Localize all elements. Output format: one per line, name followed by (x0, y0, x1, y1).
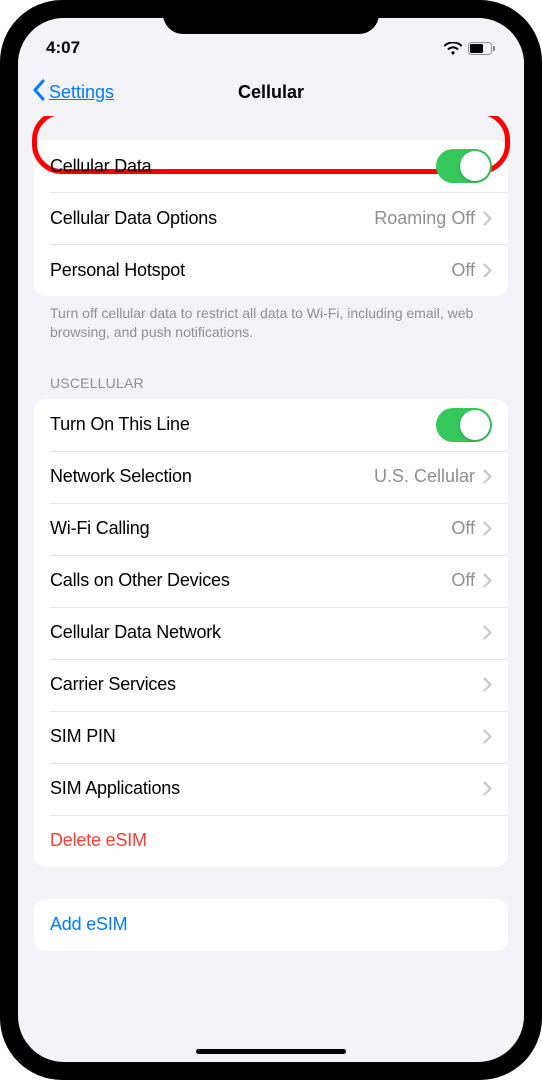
row-carrier-services[interactable]: Carrier Services (34, 659, 508, 711)
row-value: U.S. Cellular (374, 466, 475, 487)
row-label: Cellular Data Options (50, 208, 374, 229)
row-label: Network Selection (50, 466, 374, 487)
device-frame: 4:07 Settings Cellular (0, 0, 542, 1080)
cellular-data-toggle[interactable] (436, 149, 492, 183)
row-label: Carrier Services (50, 674, 483, 695)
row-cellular-data[interactable]: Cellular Data (34, 140, 508, 192)
section-footer: Turn off cellular data to restrict all d… (18, 296, 524, 348)
row-sim-applications[interactable]: SIM Applications (34, 763, 508, 815)
chevron-right-icon (483, 469, 492, 484)
row-network-selection[interactable]: Network Selection U.S. Cellular (34, 451, 508, 503)
row-add-esim[interactable]: Add eSIM (34, 899, 508, 951)
row-calls-other-devices[interactable]: Calls on Other Devices Off (34, 555, 508, 607)
chevron-right-icon (483, 625, 492, 640)
row-personal-hotspot[interactable]: Personal Hotspot Off (34, 244, 508, 296)
section-header: USCELLULAR (18, 348, 524, 399)
back-label: Settings (49, 82, 114, 103)
home-indicator[interactable] (196, 1049, 346, 1054)
row-wifi-calling[interactable]: Wi-Fi Calling Off (34, 503, 508, 555)
status-time: 4:07 (46, 38, 80, 58)
notch (163, 0, 379, 34)
status-right (444, 42, 496, 55)
row-label: Cellular Data Network (50, 622, 483, 643)
row-value: Off (451, 518, 475, 539)
row-label: Add eSIM (50, 914, 492, 935)
line-toggle[interactable] (436, 408, 492, 442)
chevron-right-icon (483, 263, 492, 278)
chevron-right-icon (483, 729, 492, 744)
row-value: Off (451, 260, 475, 281)
chevron-right-icon (483, 211, 492, 226)
chevron-right-icon (483, 521, 492, 536)
row-label: SIM Applications (50, 778, 483, 799)
section-add-esim: Add eSIM (34, 899, 508, 951)
row-label: Cellular Data (50, 156, 436, 177)
screen: 4:07 Settings Cellular (18, 18, 524, 1062)
row-cellular-data-network[interactable]: Cellular Data Network (34, 607, 508, 659)
back-button[interactable]: Settings (32, 79, 114, 106)
chevron-right-icon (483, 677, 492, 692)
row-turn-on-line[interactable]: Turn On This Line (34, 399, 508, 451)
chevron-left-icon (32, 79, 45, 106)
row-label: Personal Hotspot (50, 260, 451, 281)
section-cellular: Cellular Data Cellular Data Options Roam… (34, 140, 508, 296)
row-label: Wi-Fi Calling (50, 518, 451, 539)
row-value: Off (451, 570, 475, 591)
content: Cellular Data Cellular Data Options Roam… (18, 116, 524, 1062)
row-sim-pin[interactable]: SIM PIN (34, 711, 508, 763)
nav-bar: Settings Cellular (18, 68, 524, 116)
chevron-right-icon (483, 573, 492, 588)
row-label: Calls on Other Devices (50, 570, 451, 591)
section-carrier: Turn On This Line Network Selection U.S.… (34, 399, 508, 867)
row-label: SIM PIN (50, 726, 483, 747)
row-cellular-data-options[interactable]: Cellular Data Options Roaming Off (34, 192, 508, 244)
row-delete-esim[interactable]: Delete eSIM (34, 815, 508, 867)
chevron-right-icon (483, 781, 492, 796)
row-label: Delete eSIM (50, 830, 492, 851)
row-label: Turn On This Line (50, 414, 436, 435)
wifi-icon (444, 42, 462, 55)
nav-title: Cellular (238, 82, 304, 103)
row-value: Roaming Off (374, 208, 475, 229)
battery-icon (468, 42, 496, 55)
